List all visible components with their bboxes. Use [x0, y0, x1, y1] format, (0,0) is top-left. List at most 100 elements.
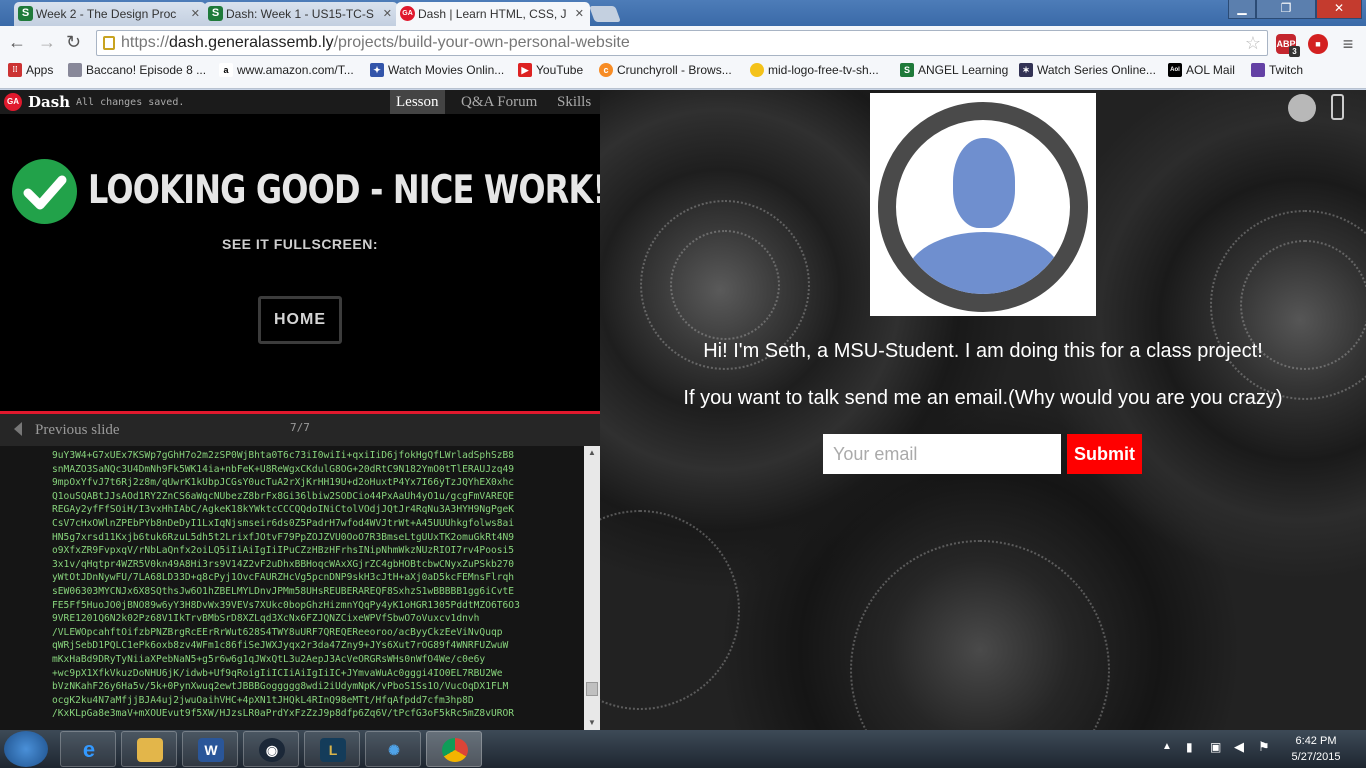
battlenet-icon: ✺ — [388, 742, 400, 758]
tab-label: Dash | Learn HTML, CSS, J — [418, 7, 567, 21]
bookmark-label: www.amazon.com/T... — [237, 63, 354, 77]
ie-icon: e — [82, 737, 96, 762]
tab-skills[interactable]: Skills — [551, 90, 597, 114]
twitch-icon — [1251, 63, 1265, 77]
bookmark-watch-movies[interactable]: ✦ Watch Movies Onlin... — [370, 63, 504, 77]
avatar-shoulders — [906, 232, 1062, 294]
close-tab-icon[interactable]: ✕ — [575, 7, 584, 20]
forward-icon[interactable]: → — [38, 32, 56, 53]
flag-icon[interactable]: ⚑ — [1258, 739, 1270, 755]
previous-slide-link[interactable]: Previous slide — [35, 422, 120, 439]
explorer-icon — [137, 738, 163, 762]
page-icon — [68, 63, 82, 77]
scroll-down-icon[interactable]: ▼ — [584, 716, 600, 730]
bookmark-watch-series[interactable]: ✶ Watch Series Online... — [1019, 63, 1156, 77]
dash-header: GA Dash All changes saved. Lesson Q&A Fo… — [0, 90, 600, 114]
close-tab-icon[interactable]: ✕ — [383, 7, 392, 20]
tab-favicon: GA — [400, 6, 415, 21]
avatar-head — [953, 138, 1015, 228]
tab-strip: S Week 2 - The Design Proc ✕ S Dash: Wee… — [0, 0, 1366, 27]
maximize-button[interactable]: ❐ — [1256, 0, 1316, 19]
bookmark-youtube[interactable]: ▶ YouTube — [518, 63, 583, 77]
taskbar-internet-explorer[interactable]: e — [60, 731, 116, 767]
bookmark-aol[interactable]: Aol AOL Mail — [1168, 63, 1235, 77]
bookmark-label: AOL Mail — [1186, 63, 1235, 77]
bookmark-mid-logo[interactable]: mid-logo-free-tv-sh... — [750, 63, 879, 77]
taskbar-word[interactable]: W — [182, 731, 238, 767]
save-status: All changes saved. — [76, 97, 185, 108]
taskbar-battlenet[interactable]: ✺ — [365, 731, 421, 767]
chrome-icon — [442, 738, 468, 762]
show-hidden-icons[interactable]: ▲ — [1162, 741, 1172, 752]
bookmark-label: Watch Series Online... — [1037, 63, 1156, 77]
tab-week2[interactable]: S Week 2 - The Design Proc ✕ — [14, 2, 206, 26]
code-scrollbar[interactable]: ▲ ▼ — [584, 446, 600, 730]
profile-picture — [870, 93, 1096, 316]
tv-icon — [750, 63, 764, 77]
back-icon[interactable]: ← — [8, 32, 26, 53]
background-pattern — [670, 230, 780, 340]
youtube-icon: ▶ — [518, 63, 532, 77]
taskbar-league[interactable]: L — [304, 731, 360, 767]
home-button[interactable]: HOME — [258, 296, 342, 344]
ga-logo-icon[interactable]: GA — [4, 93, 22, 111]
bookmark-twitch[interactable]: Twitch — [1251, 63, 1303, 77]
bookmark-label: Twitch — [1269, 63, 1304, 77]
tab-label: Week 2 - The Design Proc — [36, 7, 177, 21]
success-heading: LOOKING GOOD - NICE WORK! — [88, 168, 607, 213]
new-tab-button[interactable] — [589, 6, 621, 22]
user-circle-icon[interactable] — [1288, 94, 1316, 122]
lock-icon — [103, 36, 115, 50]
address-bar[interactable]: https://dash.generalassemb.ly/projects/b… — [96, 30, 1268, 56]
submit-button[interactable]: Submit — [1067, 434, 1142, 474]
tab-dash-learn[interactable]: GA Dash | Learn HTML, CSS, J ✕ — [396, 2, 590, 27]
bookmark-baccano[interactable]: Baccano! Episode 8 ... — [68, 63, 206, 77]
start-button[interactable] — [4, 731, 48, 767]
close-window-button[interactable]: ✕ — [1316, 0, 1362, 19]
tab-favicon: S — [18, 6, 33, 21]
reload-icon[interactable]: ↻ — [66, 32, 81, 53]
code-output[interactable]: 9uY3W4+G7xUEx7KSWp7gGhH7o2m2zSP0WjBhta0T… — [0, 446, 600, 730]
clock-date: 5/27/2015 — [1291, 751, 1341, 763]
taskbar-explorer[interactable] — [121, 731, 177, 767]
volume-icon[interactable]: ◀ — [1234, 739, 1244, 755]
system-clock[interactable]: 6:42 PM 5/27/2015 — [1276, 733, 1356, 765]
greeting-text: Hi! I'm Seth, a MSU-Student. I am doing … — [703, 340, 1263, 362]
tab-dash-week1[interactable]: S Dash: Week 1 - US15-TC-S ✕ — [204, 2, 398, 26]
taskbar-chrome[interactable] — [426, 731, 482, 767]
mobile-preview-icon[interactable] — [1331, 94, 1344, 120]
scroll-thumb[interactable] — [586, 682, 598, 696]
tab-qa-forum[interactable]: Q&A Forum — [455, 90, 543, 114]
website-preview: Hi! I'm Seth, a MSU-Student. I am doing … — [600, 90, 1366, 730]
amazon-icon: a — [219, 63, 233, 77]
menu-icon[interactable]: ≡ — [1338, 34, 1358, 54]
bookmark-star-icon[interactable]: ☆ — [1245, 31, 1261, 55]
bookmark-amazon[interactable]: a www.amazon.com/T... — [219, 63, 354, 77]
slide-navigation: Previous slide 7/7 — [0, 414, 600, 446]
bookmark-label: YouTube — [536, 63, 584, 77]
windows-taskbar: e W ◉ L ✺ ▲ ▮ ▣ ◀ ⚑ 6:42 PM 5/27/2015 — [0, 730, 1366, 768]
fullscreen-label: SEE IT FULLSCREEN: — [221, 236, 378, 252]
scroll-up-icon[interactable]: ▲ — [584, 446, 600, 460]
bookmark-crunchyroll[interactable]: c Crunchyroll - Brows... — [599, 63, 732, 77]
power-icon[interactable]: ▣ — [1210, 740, 1221, 754]
steam-icon: ◉ — [259, 738, 285, 762]
angel-icon: S — [900, 63, 914, 77]
tab-favicon: S — [208, 6, 223, 21]
dash-brand[interactable]: Dash — [28, 93, 70, 111]
slide-counter: 7/7 — [290, 421, 310, 434]
adblock-badge: 3 — [1289, 46, 1300, 57]
apps-icon: ⁞⁞ — [8, 63, 22, 77]
previous-arrow-icon[interactable] — [14, 422, 22, 436]
minimize-button[interactable]: ▁ — [1228, 0, 1256, 19]
bookmark-label: Crunchyroll - Brows... — [617, 63, 732, 77]
background-pattern — [850, 540, 1110, 730]
taskbar-steam[interactable]: ◉ — [243, 731, 299, 767]
stop-icon[interactable]: ■ — [1308, 34, 1328, 54]
signal-icon[interactable]: ▮ — [1186, 740, 1193, 754]
bookmark-angel[interactable]: S ANGEL Learning — [900, 63, 1008, 77]
close-tab-icon[interactable]: ✕ — [191, 7, 200, 20]
email-input[interactable] — [823, 434, 1061, 474]
bookmark-apps[interactable]: ⁞⁞ Apps — [8, 63, 53, 77]
tab-lesson[interactable]: Lesson — [390, 90, 445, 114]
